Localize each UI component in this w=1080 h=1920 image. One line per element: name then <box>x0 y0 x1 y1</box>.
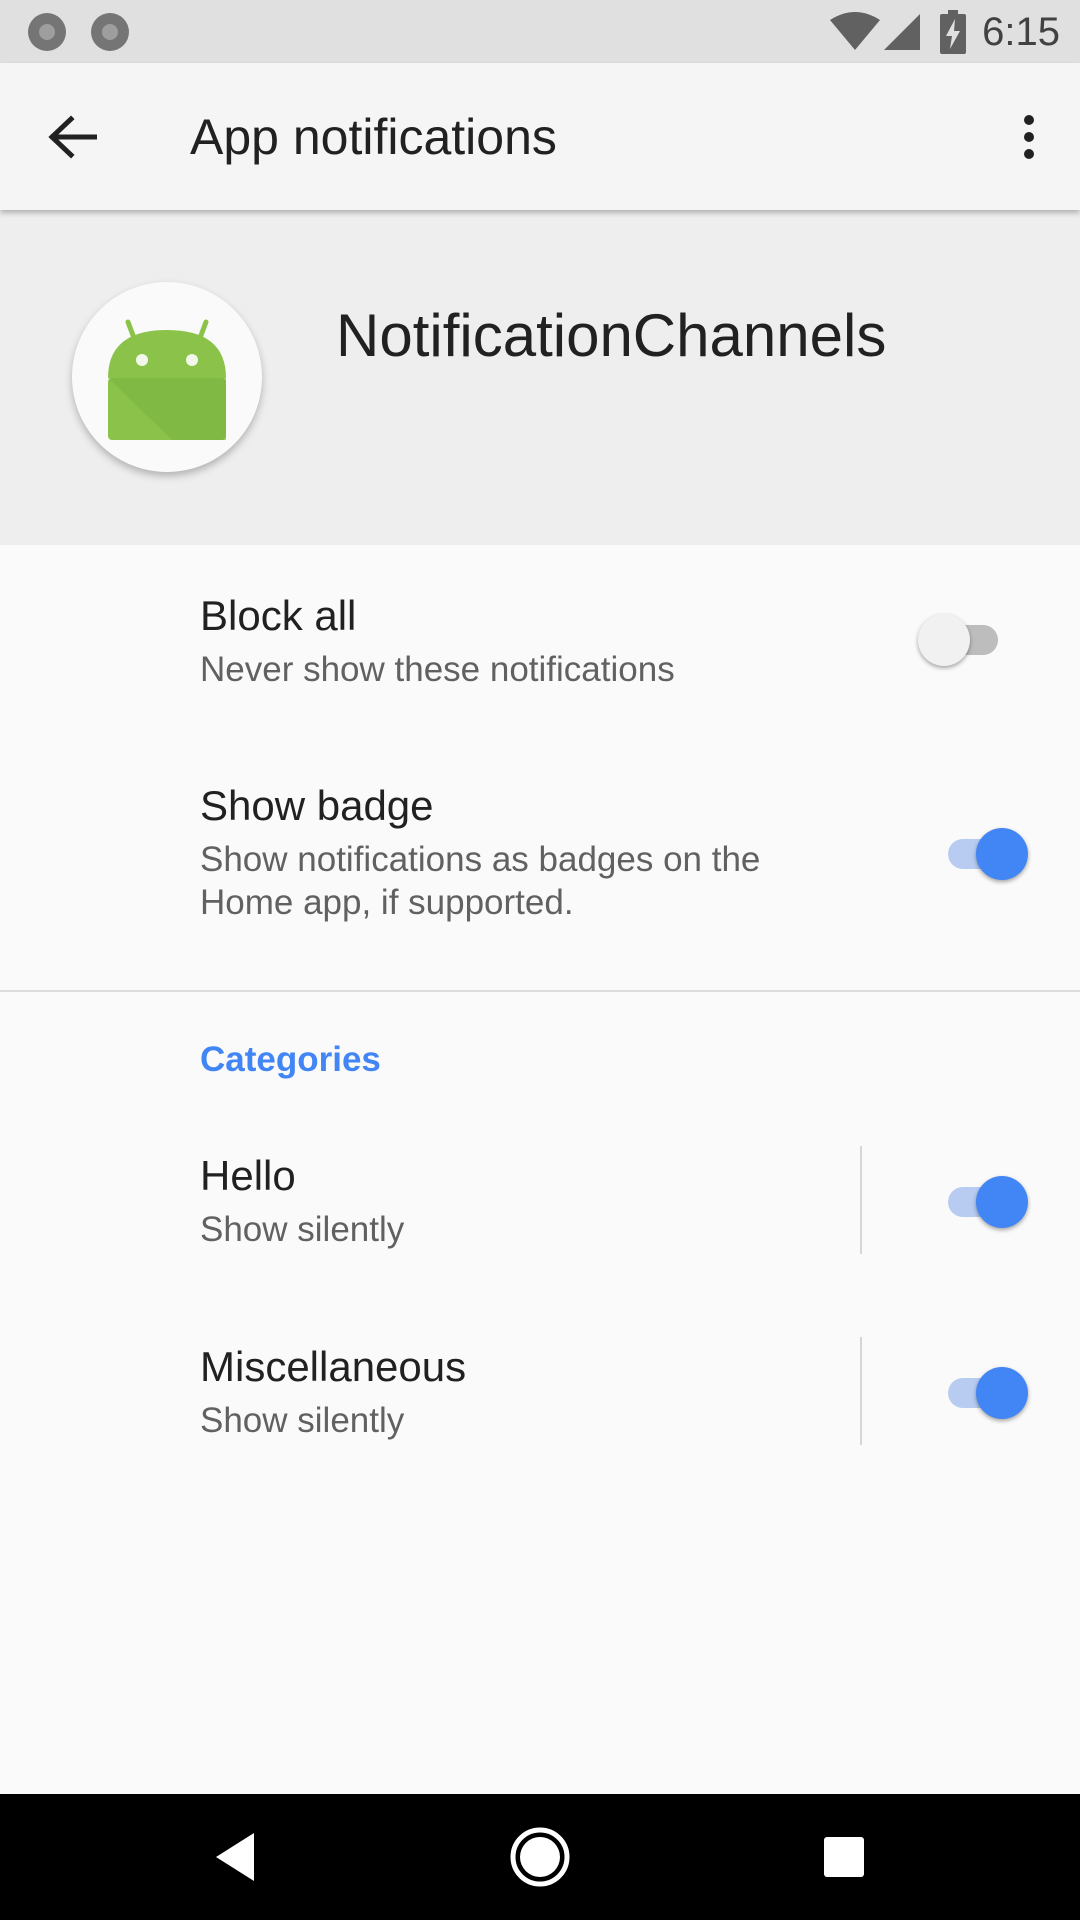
category-summary: Show silently <box>200 1401 405 1440</box>
category-title: Hello <box>200 1152 296 1199</box>
switch-thumb <box>976 1367 1028 1419</box>
notification-dot-icon <box>91 13 129 51</box>
divider <box>0 990 1080 992</box>
nav-recents-button[interactable] <box>799 1812 889 1902</box>
nav-back-button[interactable] <box>190 1812 280 1902</box>
category-row-miscellaneous[interactable]: Miscellaneous Show silently <box>0 1313 1080 1473</box>
app-name: NotificationChannels <box>336 302 887 369</box>
switch-thumb <box>976 1176 1028 1228</box>
block-all-summary: Never show these notifications <box>200 650 675 689</box>
more-vert-icon <box>1024 115 1034 159</box>
clock-text: 6:15 <box>982 10 1060 54</box>
category-switch-miscellaneous[interactable] <box>938 1362 1028 1422</box>
show-badge-title: Show badge <box>200 782 434 829</box>
show-badge-summary: Show notifications as badges on the Home… <box>200 840 761 922</box>
vertical-divider <box>860 1337 862 1445</box>
wifi-icon <box>830 12 880 50</box>
category-title: Miscellaneous <box>200 1343 467 1390</box>
back-triangle-icon <box>216 1833 254 1881</box>
switch-thumb <box>918 614 970 666</box>
app-header: NotificationChannels <box>0 210 1080 545</box>
app-notifications-screen: 6:15 App notifications NotificationChann… <box>0 0 1080 1920</box>
recents-square-icon <box>824 1837 864 1877</box>
cell-signal-icon <box>884 14 920 50</box>
more-options-button[interactable] <box>992 100 1066 174</box>
category-summary: Show silently <box>200 1210 405 1249</box>
home-circle-icon <box>510 1827 570 1887</box>
vertical-divider <box>860 1146 862 1254</box>
app-icon <box>72 282 262 472</box>
category-switch-hello[interactable] <box>938 1171 1028 1231</box>
notification-dot-icon <box>28 13 66 51</box>
show-badge-switch[interactable] <box>938 823 1028 883</box>
category-row-hello[interactable]: Hello Show silently <box>0 1122 1080 1282</box>
page-title: App notifications <box>190 109 557 165</box>
show-badge-row[interactable]: Show badge Show notifications as badges … <box>0 735 1080 990</box>
arrow-back-icon <box>48 115 97 159</box>
nav-home-button[interactable] <box>495 1812 585 1902</box>
navigation-bar <box>0 1794 1080 1920</box>
status-bar: 6:15 <box>0 0 1080 63</box>
block-all-title: Block all <box>200 592 357 639</box>
android-robot-icon <box>108 319 226 440</box>
categories-header: Categories <box>200 1040 381 1079</box>
back-button[interactable] <box>30 100 114 174</box>
block-all-switch[interactable] <box>918 609 1008 669</box>
block-all-row[interactable]: Block all Never show these notifications <box>0 545 1080 735</box>
battery-charging-icon <box>940 10 966 54</box>
toolbar: App notifications <box>0 63 1080 210</box>
switch-thumb <box>976 828 1028 880</box>
